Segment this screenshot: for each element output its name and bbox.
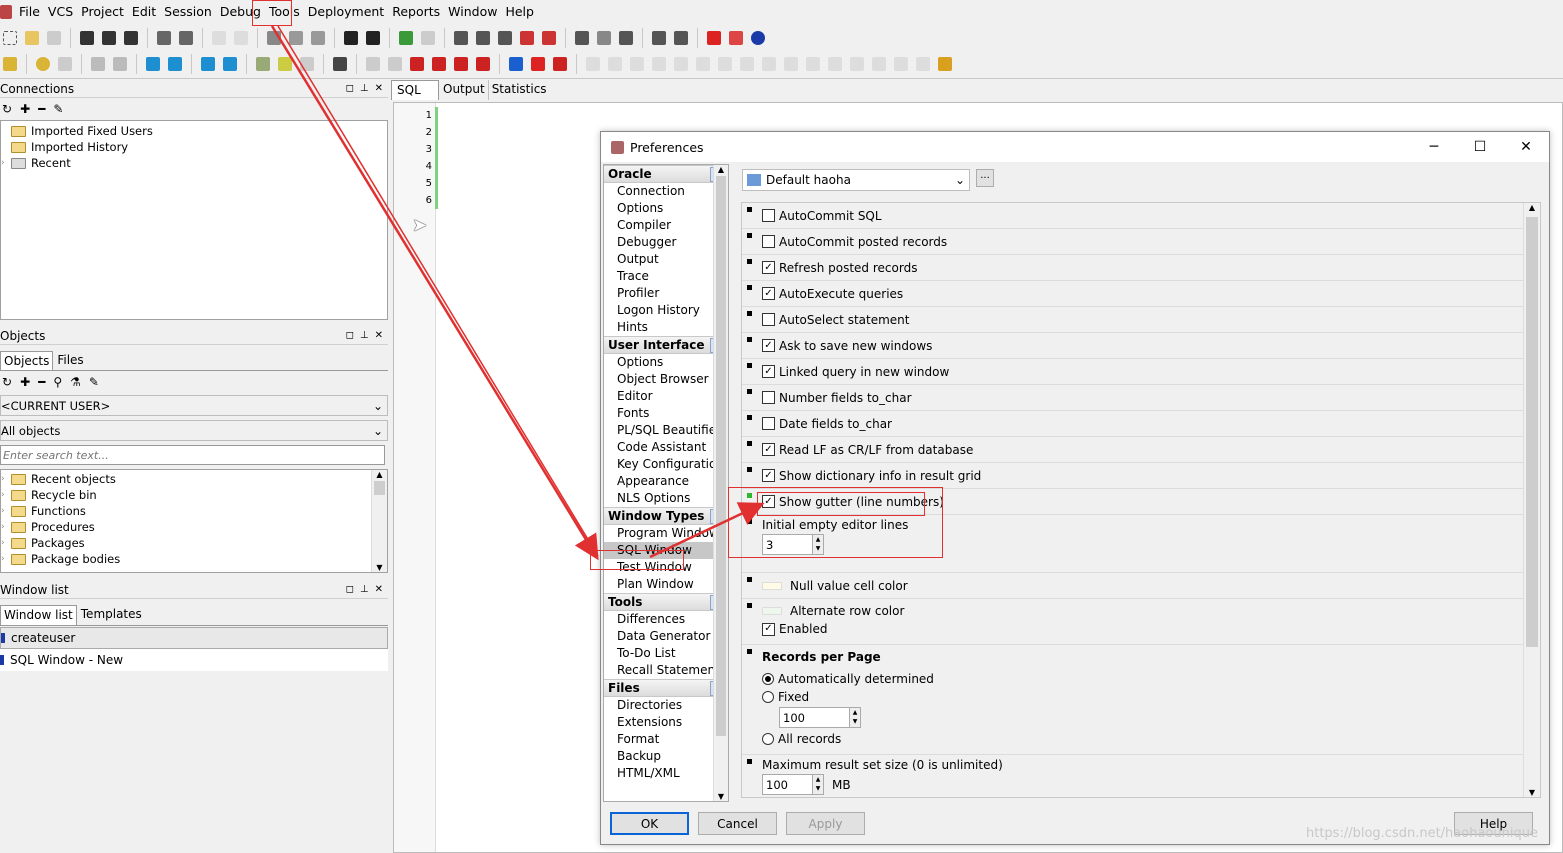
mouse-cursor-icon: ➤ — [412, 215, 428, 236]
arrow-sqlwindow-to-gutter — [649, 502, 765, 559]
arrow-tools-to-sqlwindow-shadow — [277, 25, 599, 557]
annotation-arrows — [270, 25, 765, 561]
arrow-tools-to-sqlwindow — [270, 25, 599, 561]
